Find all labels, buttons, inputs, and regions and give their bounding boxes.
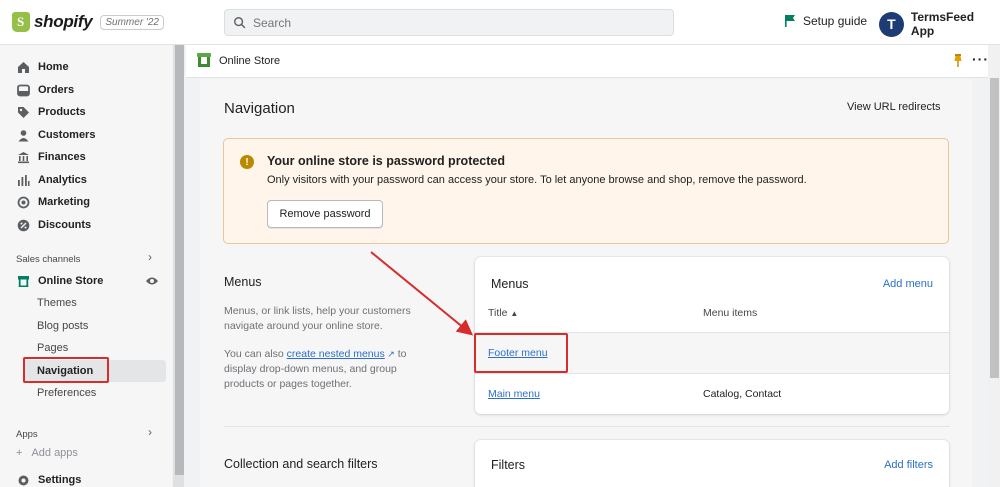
- menus-section-nested-desc: You can also create nested menus ↗ to di…: [224, 348, 407, 390]
- sidebar-item-label: Discounts: [38, 219, 92, 231]
- sidebar-item-label: Products: [38, 106, 86, 118]
- brand-name: shopify: [34, 12, 93, 31]
- create-nested-menus-link[interactable]: create nested menus: [287, 348, 385, 360]
- discount-icon: [16, 218, 30, 232]
- sidebar-item-products[interactable]: Products: [0, 101, 172, 123]
- sidebar-item-discounts[interactable]: Discounts: [0, 214, 172, 236]
- sidebar-item-finances[interactable]: Finances: [0, 146, 172, 168]
- more-options-icon[interactable]: ···: [972, 51, 989, 67]
- banner-title: Your online store is password protected: [267, 154, 506, 168]
- sidebar: Home Orders Products Customers Finances …: [0, 45, 172, 487]
- sidebar-item-home[interactable]: Home: [0, 56, 172, 78]
- sidebar-scrollbar-thumb[interactable]: [175, 45, 184, 475]
- shopify-logo[interactable]: shopify Summer '22: [12, 12, 222, 32]
- column-header-title[interactable]: Title ▲: [488, 307, 518, 319]
- remove-password-button[interactable]: Remove password: [267, 200, 383, 228]
- plus-icon: +: [16, 447, 23, 459]
- sales-channels-label: Sales channels: [16, 254, 81, 265]
- pin-icon[interactable]: [953, 54, 963, 70]
- sidebar-item-label: Orders: [38, 84, 75, 96]
- sidebar-item-customers[interactable]: Customers: [0, 124, 172, 146]
- view-url-redirects-button[interactable]: View URL redirects: [847, 101, 941, 113]
- password-protected-banner: ! Your online store is password protecte…: [223, 138, 949, 244]
- search-bar[interactable]: [224, 9, 674, 36]
- chevron-right-icon[interactable]: ›: [148, 425, 152, 439]
- search-icon: [234, 16, 246, 28]
- external-link-icon: ↗: [384, 349, 395, 359]
- sidebar-item-label: Analytics: [38, 174, 87, 186]
- sort-up-icon: ▲: [510, 309, 519, 318]
- annotation-highlight-footer-menu: [474, 333, 568, 373]
- menus-section-desc: Menus, or link lists, help your customer…: [224, 305, 411, 332]
- menu-items-cell: Catalog, Contact: [703, 388, 782, 400]
- sidebar-item-label: Home: [38, 61, 69, 73]
- chevron-right-icon[interactable]: ›: [148, 250, 152, 264]
- top-bar: shopify Summer '22 Setup guide T TermsFe…: [0, 0, 1000, 45]
- account-name: TermsFeed App: [910, 10, 975, 38]
- shopify-bag-icon: [12, 12, 30, 32]
- filters-card-title: Filters: [491, 458, 526, 472]
- column-header-menu-items: Menu items: [703, 307, 758, 319]
- sidebar-item-label: Finances: [38, 151, 86, 163]
- search-input[interactable]: [253, 15, 653, 30]
- main-scrollbar-thumb[interactable]: [990, 78, 999, 378]
- online-store-app-icon: [197, 52, 211, 70]
- home-icon: [16, 60, 30, 74]
- menus-card-title: Menus: [491, 277, 529, 291]
- sidebar-item-orders[interactable]: Orders: [0, 79, 172, 101]
- target-icon: [16, 195, 30, 209]
- sidebar-sub-themes[interactable]: Themes: [37, 293, 77, 313]
- bar-chart-icon: [16, 173, 30, 187]
- sidebar-item-analytics[interactable]: Analytics: [0, 169, 172, 191]
- filters-section-title: Collection and search filters: [224, 457, 378, 471]
- gear-icon: [16, 473, 30, 487]
- sidebar-item-label: Online Store: [38, 275, 104, 287]
- setup-guide-button[interactable]: Setup guide: [784, 14, 867, 28]
- annotation-highlight-navigation: [23, 357, 109, 383]
- eye-icon[interactable]: [145, 276, 159, 289]
- edition-badge: Summer '22: [100, 14, 164, 30]
- sidebar-item-label: Customers: [38, 129, 96, 141]
- menus-section-title: Menus: [224, 275, 262, 289]
- tag-icon: [16, 105, 30, 119]
- avatar: T: [879, 11, 904, 37]
- add-filters-button[interactable]: Add filters: [884, 459, 933, 471]
- sidebar-item-add-apps[interactable]: + Add apps: [16, 445, 78, 461]
- app-bar: Online Store ···: [186, 45, 988, 78]
- sidebar-sub-pages[interactable]: Pages: [37, 338, 68, 358]
- warning-icon: !: [240, 155, 254, 169]
- orders-icon: [16, 83, 30, 97]
- table-row[interactable]: Main menu Catalog, Contact: [475, 373, 949, 414]
- bank-icon: [16, 150, 30, 164]
- sidebar-item-label: Marketing: [38, 196, 90, 208]
- banner-text: Only visitors with your password can acc…: [267, 174, 807, 186]
- filters-card: Filters Add filters: [475, 440, 949, 487]
- setup-guide-label: Setup guide: [803, 14, 868, 28]
- sidebar-item-marketing[interactable]: Marketing: [0, 191, 172, 213]
- add-menu-button[interactable]: Add menu: [883, 278, 933, 290]
- section-divider: [224, 426, 950, 427]
- app-title: Online Store: [219, 55, 281, 67]
- apps-label: Apps: [16, 429, 38, 440]
- sidebar-item-label: Settings: [38, 474, 82, 486]
- account-menu[interactable]: T TermsFeed App: [879, 10, 1000, 38]
- page-title: Navigation: [224, 100, 295, 117]
- sidebar-sub-preferences[interactable]: Preferences: [37, 383, 96, 403]
- sidebar-sub-blog-posts[interactable]: Blog posts: [37, 316, 88, 336]
- flag-icon: [785, 15, 795, 27]
- person-icon: [16, 128, 30, 142]
- sidebar-item-settings[interactable]: Settings: [0, 469, 172, 487]
- main-menu-link[interactable]: Main menu: [488, 388, 540, 400]
- store-icon: [16, 274, 30, 288]
